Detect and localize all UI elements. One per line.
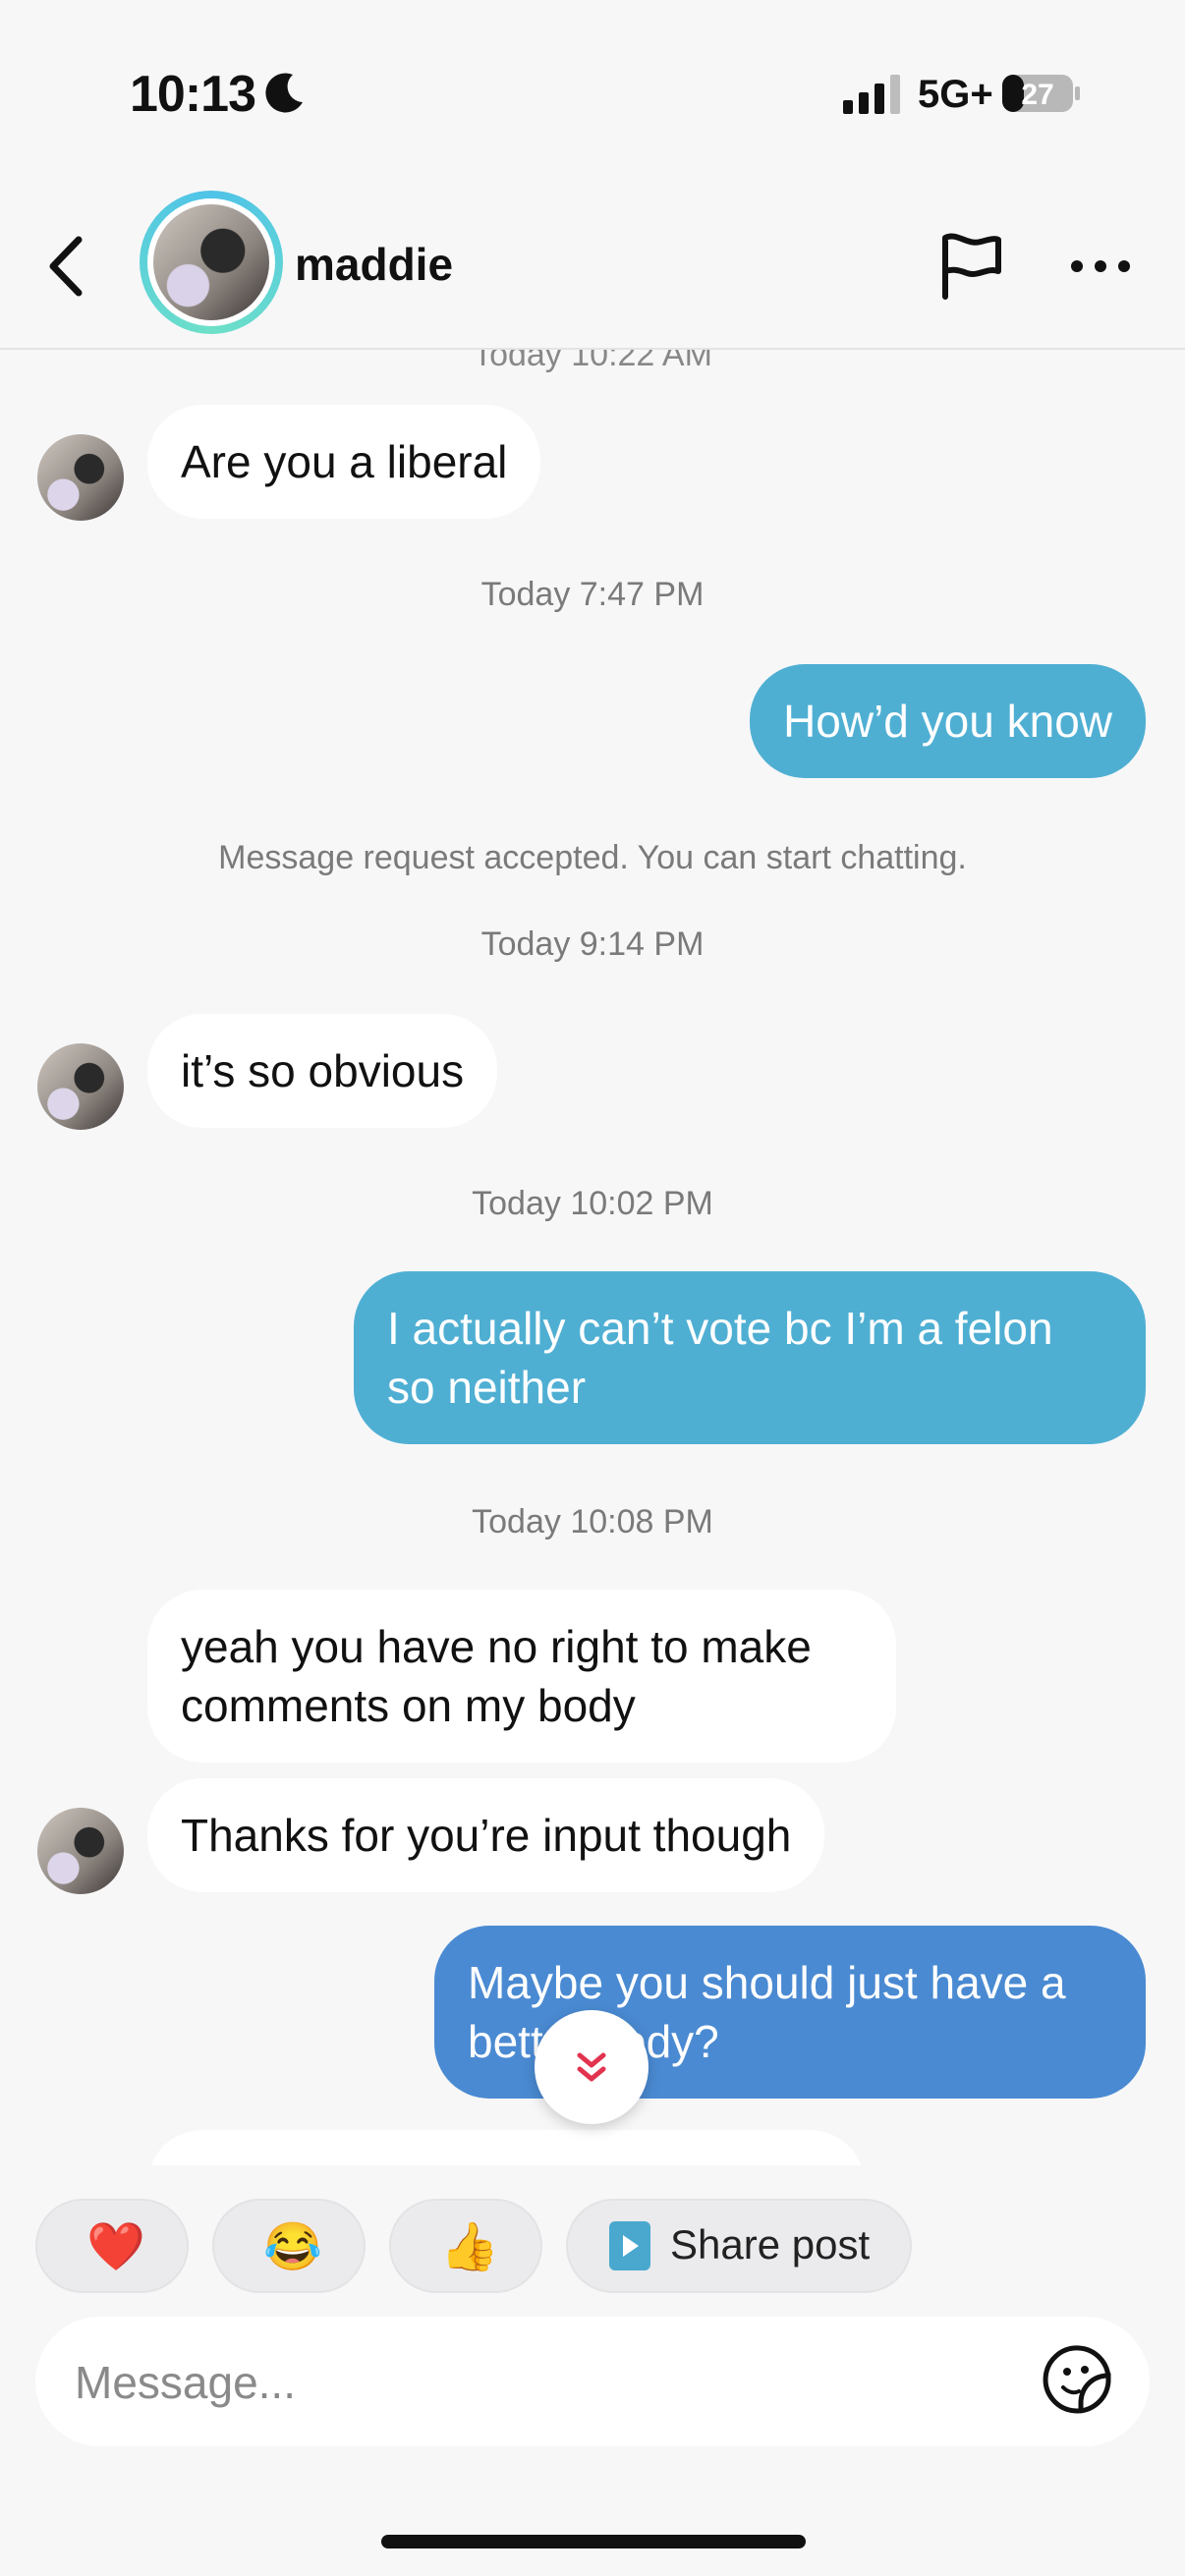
sender-avatar[interactable] <box>37 434 124 521</box>
network-label: 5G+ <box>918 73 993 116</box>
incoming-message-partial[interactable] <box>147 2130 865 2165</box>
message-composer <box>35 2317 1150 2446</box>
status-bar: 10:13 5G+ 27 <box>0 0 1185 187</box>
system-notice: Message request accepted. You can start … <box>218 839 967 876</box>
timestamp: Today 7:47 PM <box>480 576 705 613</box>
incoming-message[interactable]: yeah you have no right to make comments … <box>147 1590 896 1763</box>
laughing-emoji-icon: 😂 <box>263 2221 322 2273</box>
flag-icon[interactable] <box>937 232 1006 301</box>
timestamp: Today 10:02 PM <box>472 1185 713 1222</box>
scroll-to-bottom-button[interactable] <box>535 2010 649 2124</box>
timestamp: Today 10:22 AM <box>473 350 712 373</box>
sender-avatar[interactable] <box>37 1043 124 1130</box>
message-list[interactable]: Today 10:22 AM Are you a liberal Today 7… <box>0 350 1185 2165</box>
signal-icon <box>843 75 900 114</box>
back-chevron-icon[interactable] <box>43 232 90 301</box>
contact-name[interactable]: maddie <box>295 238 453 291</box>
contact-avatar[interactable] <box>140 191 283 334</box>
timestamp: Today 10:08 PM <box>472 1503 713 1540</box>
incoming-message[interactable]: it’s so obvious <box>147 1014 498 1128</box>
home-indicator[interactable] <box>381 2535 806 2548</box>
moon-icon <box>265 73 303 113</box>
message-input[interactable] <box>73 2346 961 2419</box>
sticker-icon[interactable] <box>1040 2342 1114 2417</box>
heart-icon: ❤️ <box>86 2221 145 2273</box>
battery-level: 27 <box>1021 79 1053 111</box>
thumbs-up-icon: 👍 <box>440 2221 499 2273</box>
avatar-image <box>153 204 269 320</box>
play-icon <box>609 2221 650 2270</box>
timestamp: Today 9:14 PM <box>480 925 705 963</box>
outgoing-message[interactable]: How’d you know <box>750 664 1146 778</box>
react-thumbs-up-button[interactable]: 👍 <box>389 2199 542 2293</box>
share-post-label: Share post <box>670 2221 871 2268</box>
battery-icon: 27 <box>1002 75 1080 112</box>
sender-avatar[interactable] <box>37 1808 124 1894</box>
double-chevron-down-icon <box>577 2052 606 2082</box>
incoming-message[interactable]: Thanks for you’re input though <box>147 1778 825 1892</box>
chat-header: maddie <box>0 187 1185 350</box>
react-laugh-button[interactable]: 😂 <box>212 2199 366 2293</box>
incoming-message[interactable]: Are you a liberal <box>147 405 541 519</box>
more-options-icon[interactable] <box>1069 252 1132 281</box>
outgoing-message[interactable]: I actually can’t vote bc I’m a felon so … <box>354 1271 1146 1444</box>
status-time: 10:13 <box>130 66 256 123</box>
react-heart-button[interactable]: ❤️ <box>35 2199 189 2293</box>
